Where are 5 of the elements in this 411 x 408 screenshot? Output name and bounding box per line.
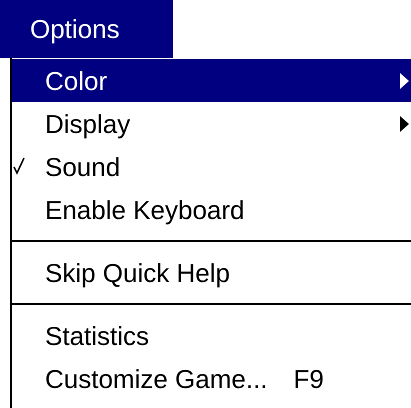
submenu-arrow-icon bbox=[400, 72, 409, 88]
menu-title[interactable]: Options bbox=[0, 0, 173, 58]
checkmark-icon bbox=[13, 157, 25, 175]
menu-item[interactable]: Color bbox=[12, 59, 411, 102]
submenu-arrow-icon bbox=[400, 116, 409, 132]
